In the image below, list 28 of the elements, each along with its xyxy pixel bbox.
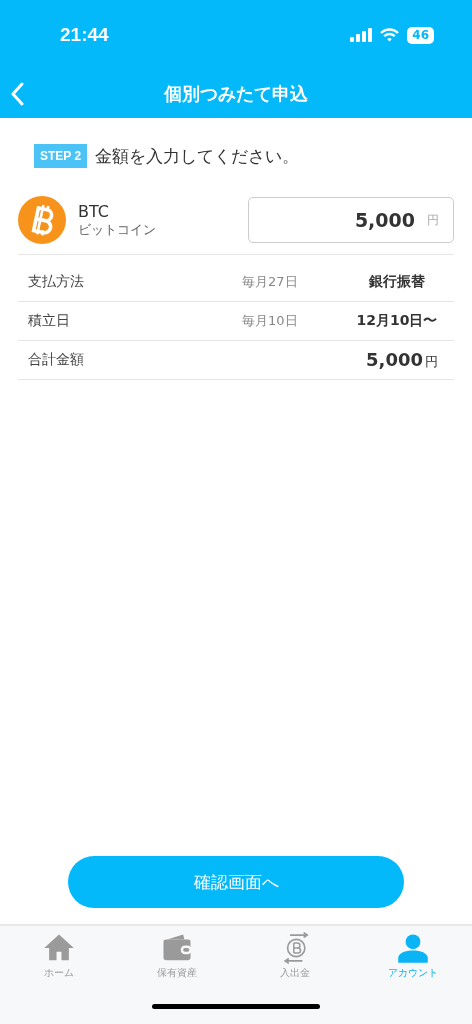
tab-item[interactable]: アカウント <box>354 932 472 980</box>
wifi-icon <box>380 28 400 42</box>
battery-indicator: 46 <box>407 26 434 44</box>
instruction-text: 金額を入力してください。 <box>95 144 300 168</box>
page-title: 個別つみたて申込 <box>164 82 308 106</box>
row-label: 支払方法 <box>28 273 85 291</box>
status-time: 21:44 <box>60 24 109 46</box>
currency-unit: 円 <box>427 211 439 229</box>
coin-symbol: BTC <box>78 201 110 221</box>
total-amount: 5,000 <box>366 349 423 370</box>
tab-item[interactable]: 保有資産 <box>118 932 236 980</box>
amount-field[interactable]: 5,000 円 <box>248 197 454 243</box>
total-label: 合計金額 <box>28 351 85 369</box>
confirm-button[interactable]: 確認画面へ <box>68 856 404 908</box>
row-date: 毎月10日 <box>242 312 299 330</box>
tab-item[interactable]: ホーム <box>0 932 118 980</box>
row-value: 12月10日〜 <box>355 312 439 330</box>
row-value: 銀行振替 <box>368 273 426 291</box>
step-badge: STEP 2 <box>34 144 88 168</box>
person-icon <box>397 932 429 964</box>
tab-item[interactable]: 入出金 <box>236 932 354 980</box>
coin-name: ビットコイン <box>78 220 157 239</box>
row-date: 毎月27日 <box>242 273 299 291</box>
row-label: 積立日 <box>28 312 71 330</box>
back-icon <box>10 82 24 106</box>
bitcoin-icon <box>18 196 66 244</box>
signal-icon <box>350 28 373 42</box>
currency-unit: 円 <box>425 353 438 371</box>
